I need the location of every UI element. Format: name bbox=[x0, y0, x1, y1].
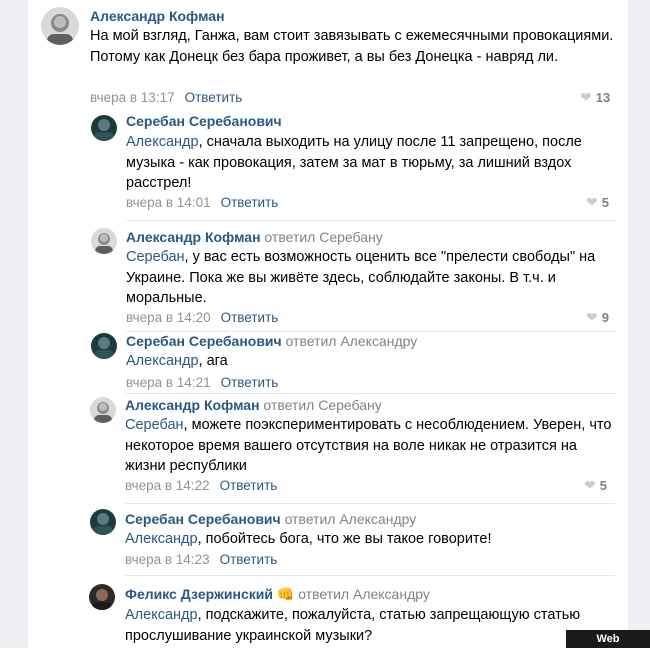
comment-text: Александр, ага bbox=[126, 351, 616, 372]
comment-time[interactable]: вчера в 14:22 bbox=[125, 478, 210, 493]
like-button[interactable]: ❤ 5 bbox=[586, 194, 609, 211]
author-name[interactable]: Серебан Серебанович bbox=[126, 333, 282, 349]
sereban-avatar-icon[interactable] bbox=[91, 115, 117, 141]
comment-time[interactable]: вчера в 14:21 bbox=[126, 375, 211, 390]
comment-text: На мой взгляд, Ганжа, вам стоит завязыва… bbox=[90, 26, 620, 67]
author-name[interactable]: Серебан Серебанович bbox=[126, 113, 282, 129]
divider bbox=[125, 503, 615, 504]
fist-emoji-icon: 👊 bbox=[276, 586, 295, 602]
like-button[interactable]: ❤ 9 bbox=[586, 309, 609, 326]
like-count: 5 bbox=[601, 195, 609, 210]
divider bbox=[126, 220, 616, 221]
sereban-avatar-icon[interactable] bbox=[91, 333, 117, 359]
like-count: 13 bbox=[595, 90, 611, 105]
comment-time[interactable]: вчера в 14:23 bbox=[125, 552, 210, 567]
divider bbox=[125, 575, 615, 576]
comment-meta: вчера в 14:20 Ответить bbox=[126, 310, 278, 325]
divider bbox=[126, 393, 616, 394]
comment-author[interactable]: Александр Кофман ответил Серебану bbox=[126, 229, 383, 245]
author-name[interactable]: Александр Кофман bbox=[126, 229, 261, 245]
comment-item: Серебан Серебанович Александр, сначала в… bbox=[28, 112, 628, 220]
comment-body: , ага bbox=[198, 353, 228, 369]
comment-author[interactable]: Серебан Серебанович ответил Александру bbox=[126, 333, 417, 349]
left-frame bbox=[0, 0, 28, 648]
reply-to-label[interactable]: ответил Александру bbox=[285, 511, 417, 527]
kofman-avatar-icon[interactable] bbox=[90, 397, 116, 423]
reply-to-label[interactable]: ответил Серебану bbox=[263, 397, 381, 413]
comment-time[interactable]: вчера в 14:01 bbox=[126, 195, 211, 210]
divider bbox=[126, 331, 616, 332]
comment-meta: вчера в 14:21 Ответить bbox=[126, 375, 278, 390]
reply-button[interactable]: Ответить bbox=[220, 552, 278, 567]
like-count: 5 bbox=[599, 478, 607, 493]
comment-text: Александр, побойтесь бога, что же вы так… bbox=[125, 529, 615, 550]
heart-icon: ❤ bbox=[586, 194, 598, 210]
heart-icon: ❤ bbox=[584, 477, 596, 493]
comment-time[interactable]: вчера в 14:20 bbox=[126, 310, 211, 325]
comment-item: Серебан Серебанович ответил Александру А… bbox=[28, 333, 628, 393]
comment-meta: вчера в 13:17 Ответить bbox=[90, 90, 242, 105]
comment-text: Серебан, у вас есть возможность оценить … bbox=[126, 247, 626, 309]
comment-meta: вчера в 14:22 Ответить bbox=[125, 478, 277, 493]
heart-icon: ❤ bbox=[580, 89, 592, 105]
heart-icon: ❤ bbox=[586, 309, 598, 325]
like-button[interactable]: ❤ 5 bbox=[584, 477, 607, 494]
kofman-avatar-icon[interactable] bbox=[41, 7, 79, 45]
comment-meta: вчера в 14:01 Ответить bbox=[126, 195, 278, 210]
addressee-link[interactable]: Серебан bbox=[126, 249, 185, 265]
reply-button[interactable]: Ответить bbox=[221, 195, 279, 210]
comment-author[interactable]: Серебан Серебанович bbox=[126, 113, 282, 129]
comment-text: Александр, сначала выходить на улицу пос… bbox=[126, 132, 616, 194]
addressee-link[interactable]: Александр bbox=[126, 134, 199, 150]
author-name[interactable]: Серебан Серебанович bbox=[125, 511, 281, 527]
author-name[interactable]: Феликс Дзержинский bbox=[125, 586, 273, 602]
reply-to-label[interactable]: ответил Александру bbox=[298, 586, 430, 602]
like-count: 9 bbox=[601, 310, 609, 325]
comment-item: Александр Кофман На мой взгляд, Ганжа, в… bbox=[28, 0, 628, 112]
comment-author[interactable]: Александр Кофман ответил Серебану bbox=[125, 397, 382, 413]
reply-button[interactable]: Ответить bbox=[221, 310, 279, 325]
watermark-badge: Web Screenshot bbox=[566, 630, 650, 663]
reply-button[interactable]: Ответить bbox=[221, 375, 279, 390]
comment-body: , побойтесь бога, что же вы такое говори… bbox=[197, 531, 492, 547]
sereban-avatar-icon[interactable] bbox=[90, 509, 116, 535]
author-name[interactable]: Александр Кофман bbox=[125, 397, 260, 413]
like-button[interactable]: ❤ 13 bbox=[580, 89, 610, 106]
reply-to-label[interactable]: ответил Серебану bbox=[264, 229, 382, 245]
comment-author[interactable]: Александр Кофман bbox=[90, 8, 225, 24]
comment-item: Александр Кофман ответил Серебану Сереба… bbox=[28, 395, 628, 503]
comment-meta: вчера в 14:23 Ответить bbox=[125, 552, 277, 567]
comment-time[interactable]: вчера в 13:17 bbox=[90, 90, 175, 105]
addressee-link[interactable]: Александр bbox=[125, 531, 198, 547]
kofman-avatar-icon[interactable] bbox=[91, 228, 117, 254]
reply-button[interactable]: Ответить bbox=[220, 478, 278, 493]
reply-button[interactable]: Ответить bbox=[185, 90, 243, 105]
comment-item: Феликс Дзержинский 👊 ответил Александру … bbox=[28, 584, 628, 648]
comment-item: Серебан Серебанович ответил Александру А… bbox=[28, 509, 628, 573]
addressee-link[interactable]: Серебан bbox=[125, 417, 184, 433]
dzerzhinsky-avatar-icon[interactable] bbox=[89, 584, 115, 610]
comment-author[interactable]: Серебан Серебанович ответил Александру bbox=[125, 511, 416, 527]
comment-body: На мой взгляд, Ганжа, вам стоит завязыва… bbox=[90, 28, 614, 65]
right-scrollbar-area[interactable] bbox=[628, 0, 650, 648]
comment-body: , у вас есть возможность оценить все "пр… bbox=[126, 249, 596, 306]
addressee-link[interactable]: Александр bbox=[126, 353, 199, 369]
addressee-link[interactable]: Александр bbox=[125, 607, 198, 623]
reply-to-label[interactable]: ответил Александру bbox=[286, 333, 418, 349]
comment-item: Александр Кофман ответил Серебану Сереба… bbox=[28, 222, 628, 332]
comments-panel: Александр Кофман На мой взгляд, Ганжа, в… bbox=[28, 0, 628, 648]
author-name[interactable]: Александр Кофман bbox=[90, 8, 225, 24]
comment-author[interactable]: Феликс Дзержинский 👊 ответил Александру bbox=[125, 586, 430, 603]
comment-body: , можете поэкспериментировать с несоблюд… bbox=[125, 417, 612, 474]
comment-text: Серебан, можете поэкспериментировать с н… bbox=[125, 415, 621, 477]
comment-text: Александр, подскажите, пожалуйста, стать… bbox=[125, 605, 625, 646]
